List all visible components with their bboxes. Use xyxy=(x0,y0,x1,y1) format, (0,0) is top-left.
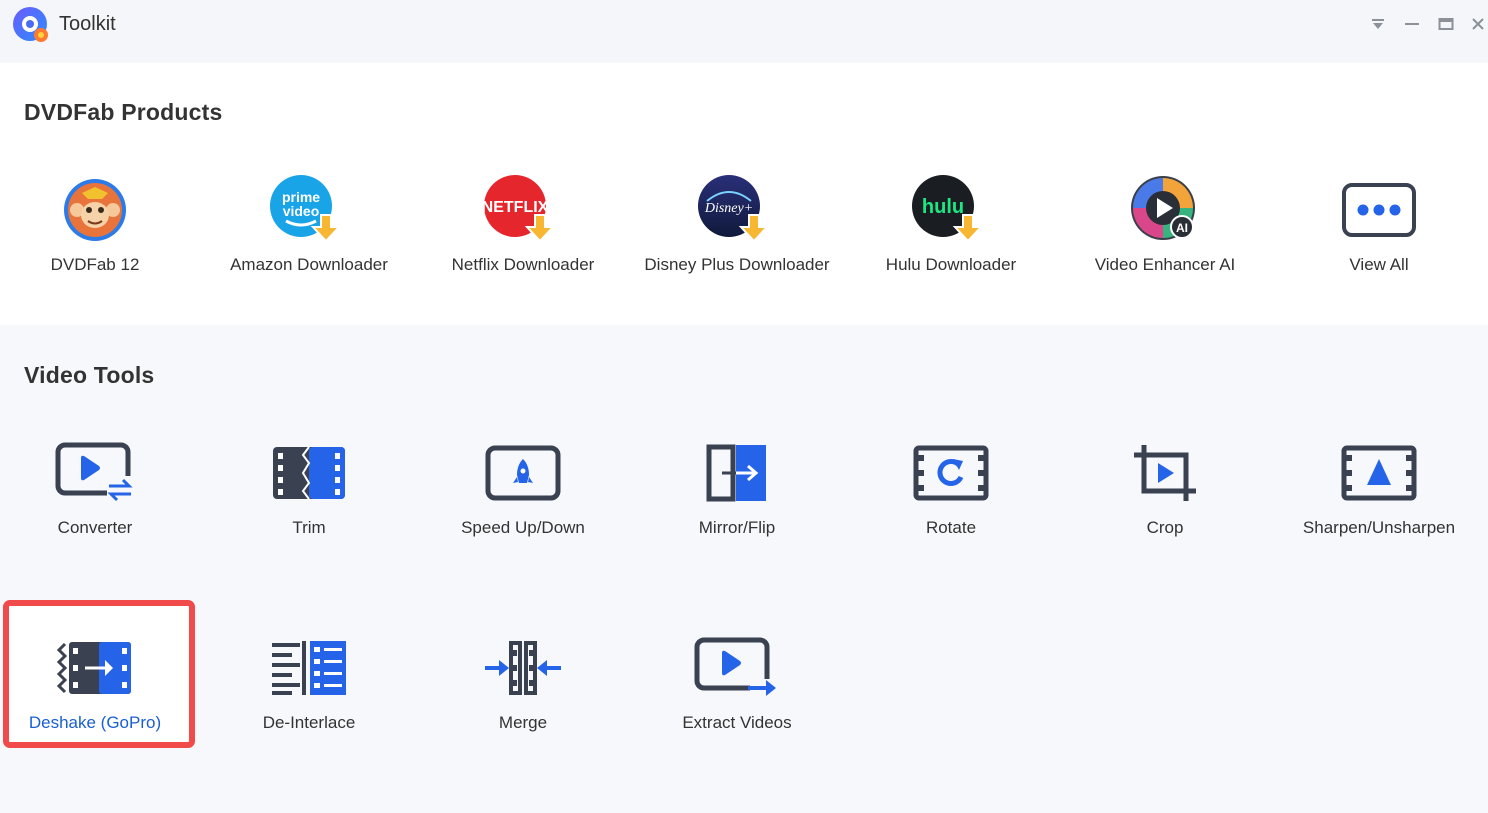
dvdfab-monkey-icon xyxy=(64,179,126,241)
product-label: Netflix Downloader xyxy=(451,255,595,274)
window-title: Toolkit xyxy=(59,13,116,35)
deshake-icon xyxy=(56,642,131,694)
hulu-text: hulu xyxy=(922,196,964,218)
video-tools-heading: Video Tools xyxy=(24,362,155,388)
tool-label: Trim xyxy=(292,518,326,537)
maximize-button[interactable] xyxy=(1434,10,1458,38)
products-heading: DVDFab Products xyxy=(24,99,223,125)
rotate-icon xyxy=(913,445,989,501)
speed-icon xyxy=(485,445,561,501)
title-bar: Toolkit xyxy=(0,0,1488,62)
product-label: Hulu Downloader xyxy=(885,255,1017,274)
tool-mirror-flip[interactable]: Mirror/Flip xyxy=(630,416,844,546)
minimize-button[interactable] xyxy=(1400,10,1424,38)
view-all-label: View All xyxy=(1349,255,1409,274)
tool-label: Rotate xyxy=(925,518,977,537)
product-video-enhancer-ai[interactable]: AI Video Enhancer AI xyxy=(1058,153,1272,283)
ai-badge-text: AI xyxy=(1176,221,1188,235)
netflix-text: NETFLIX xyxy=(483,199,549,216)
product-label: Video Enhancer AI xyxy=(1094,255,1236,274)
extract-videos-icon xyxy=(694,637,780,699)
disney-plus-icon: Disney+ xyxy=(698,175,770,243)
trim-icon xyxy=(273,446,345,500)
deinterlace-icon xyxy=(272,641,346,695)
tool-converter[interactable]: Converter xyxy=(0,416,202,546)
product-hulu-downloader[interactable]: hulu Hulu Downloader xyxy=(844,153,1058,283)
tool-rotate[interactable]: Rotate xyxy=(844,416,1058,546)
video-text: video xyxy=(283,203,320,219)
products-section: DVDFab Products DVDFab 12 prime video Am… xyxy=(0,63,1488,325)
tool-label: Deshake (GoPro) xyxy=(28,713,162,732)
product-dvdfab-12[interactable]: DVDFab 12 xyxy=(0,153,202,283)
converter-icon xyxy=(55,442,133,502)
close-icon xyxy=(1472,18,1484,30)
product-label: Amazon Downloader xyxy=(230,255,388,274)
tool-de-interlace[interactable]: De-Interlace xyxy=(202,611,416,741)
tool-label: De-Interlace xyxy=(262,713,356,732)
tool-deshake-gopro[interactable]: Deshake (GoPro) xyxy=(0,611,202,741)
product-netflix-downloader[interactable]: NETFLIX Netflix Downloader xyxy=(416,153,630,283)
tool-label: Merge xyxy=(498,713,548,732)
netflix-icon: NETFLIX xyxy=(483,175,556,243)
minimize-icon xyxy=(1405,23,1419,25)
product-amazon-downloader[interactable]: prime video Amazon Downloader xyxy=(202,153,416,283)
disney-text: Disney+ xyxy=(704,201,753,216)
tool-sharpen-unsharpen[interactable]: Sharpen/Unsharpen xyxy=(1272,416,1486,546)
sharpen-icon xyxy=(1341,445,1417,501)
tool-merge[interactable]: Merge xyxy=(416,611,630,741)
mirror-flip-icon xyxy=(706,444,766,502)
product-disney-plus-downloader[interactable]: Disney+ Disney Plus Downloader xyxy=(630,153,844,283)
hulu-icon: hulu xyxy=(912,175,984,243)
close-button[interactable] xyxy=(1466,10,1488,38)
tool-label: Sharpen/Unsharpen xyxy=(1302,518,1456,537)
more-dots-icon xyxy=(1342,183,1416,237)
toolkit-logo-icon xyxy=(13,7,48,42)
tool-label: Speed Up/Down xyxy=(461,518,585,537)
merge-icon xyxy=(485,641,561,695)
dropdown-menu-icon xyxy=(1372,19,1384,29)
tool-extract-videos[interactable]: Extract Videos xyxy=(630,611,844,741)
product-label: DVDFab 12 xyxy=(50,255,140,274)
maximize-icon xyxy=(1438,18,1454,30)
tool-crop[interactable]: Crop xyxy=(1058,416,1272,546)
tool-label: Extract Videos xyxy=(682,713,792,732)
tool-label: Crop xyxy=(1146,518,1184,537)
product-label: Disney Plus Downloader xyxy=(644,255,830,274)
view-all-button[interactable]: View All xyxy=(1272,153,1486,283)
tool-label: Converter xyxy=(57,518,133,537)
tool-trim[interactable]: Trim xyxy=(202,416,416,546)
video-enhancer-ai-icon: AI xyxy=(1131,176,1195,240)
prime-video-icon: prime video xyxy=(270,175,342,243)
tool-label: Mirror/Flip xyxy=(698,518,776,537)
crop-icon xyxy=(1134,445,1196,501)
settings-dropdown-button[interactable] xyxy=(1366,10,1390,38)
tool-speed-up-down[interactable]: Speed Up/Down xyxy=(416,416,630,546)
